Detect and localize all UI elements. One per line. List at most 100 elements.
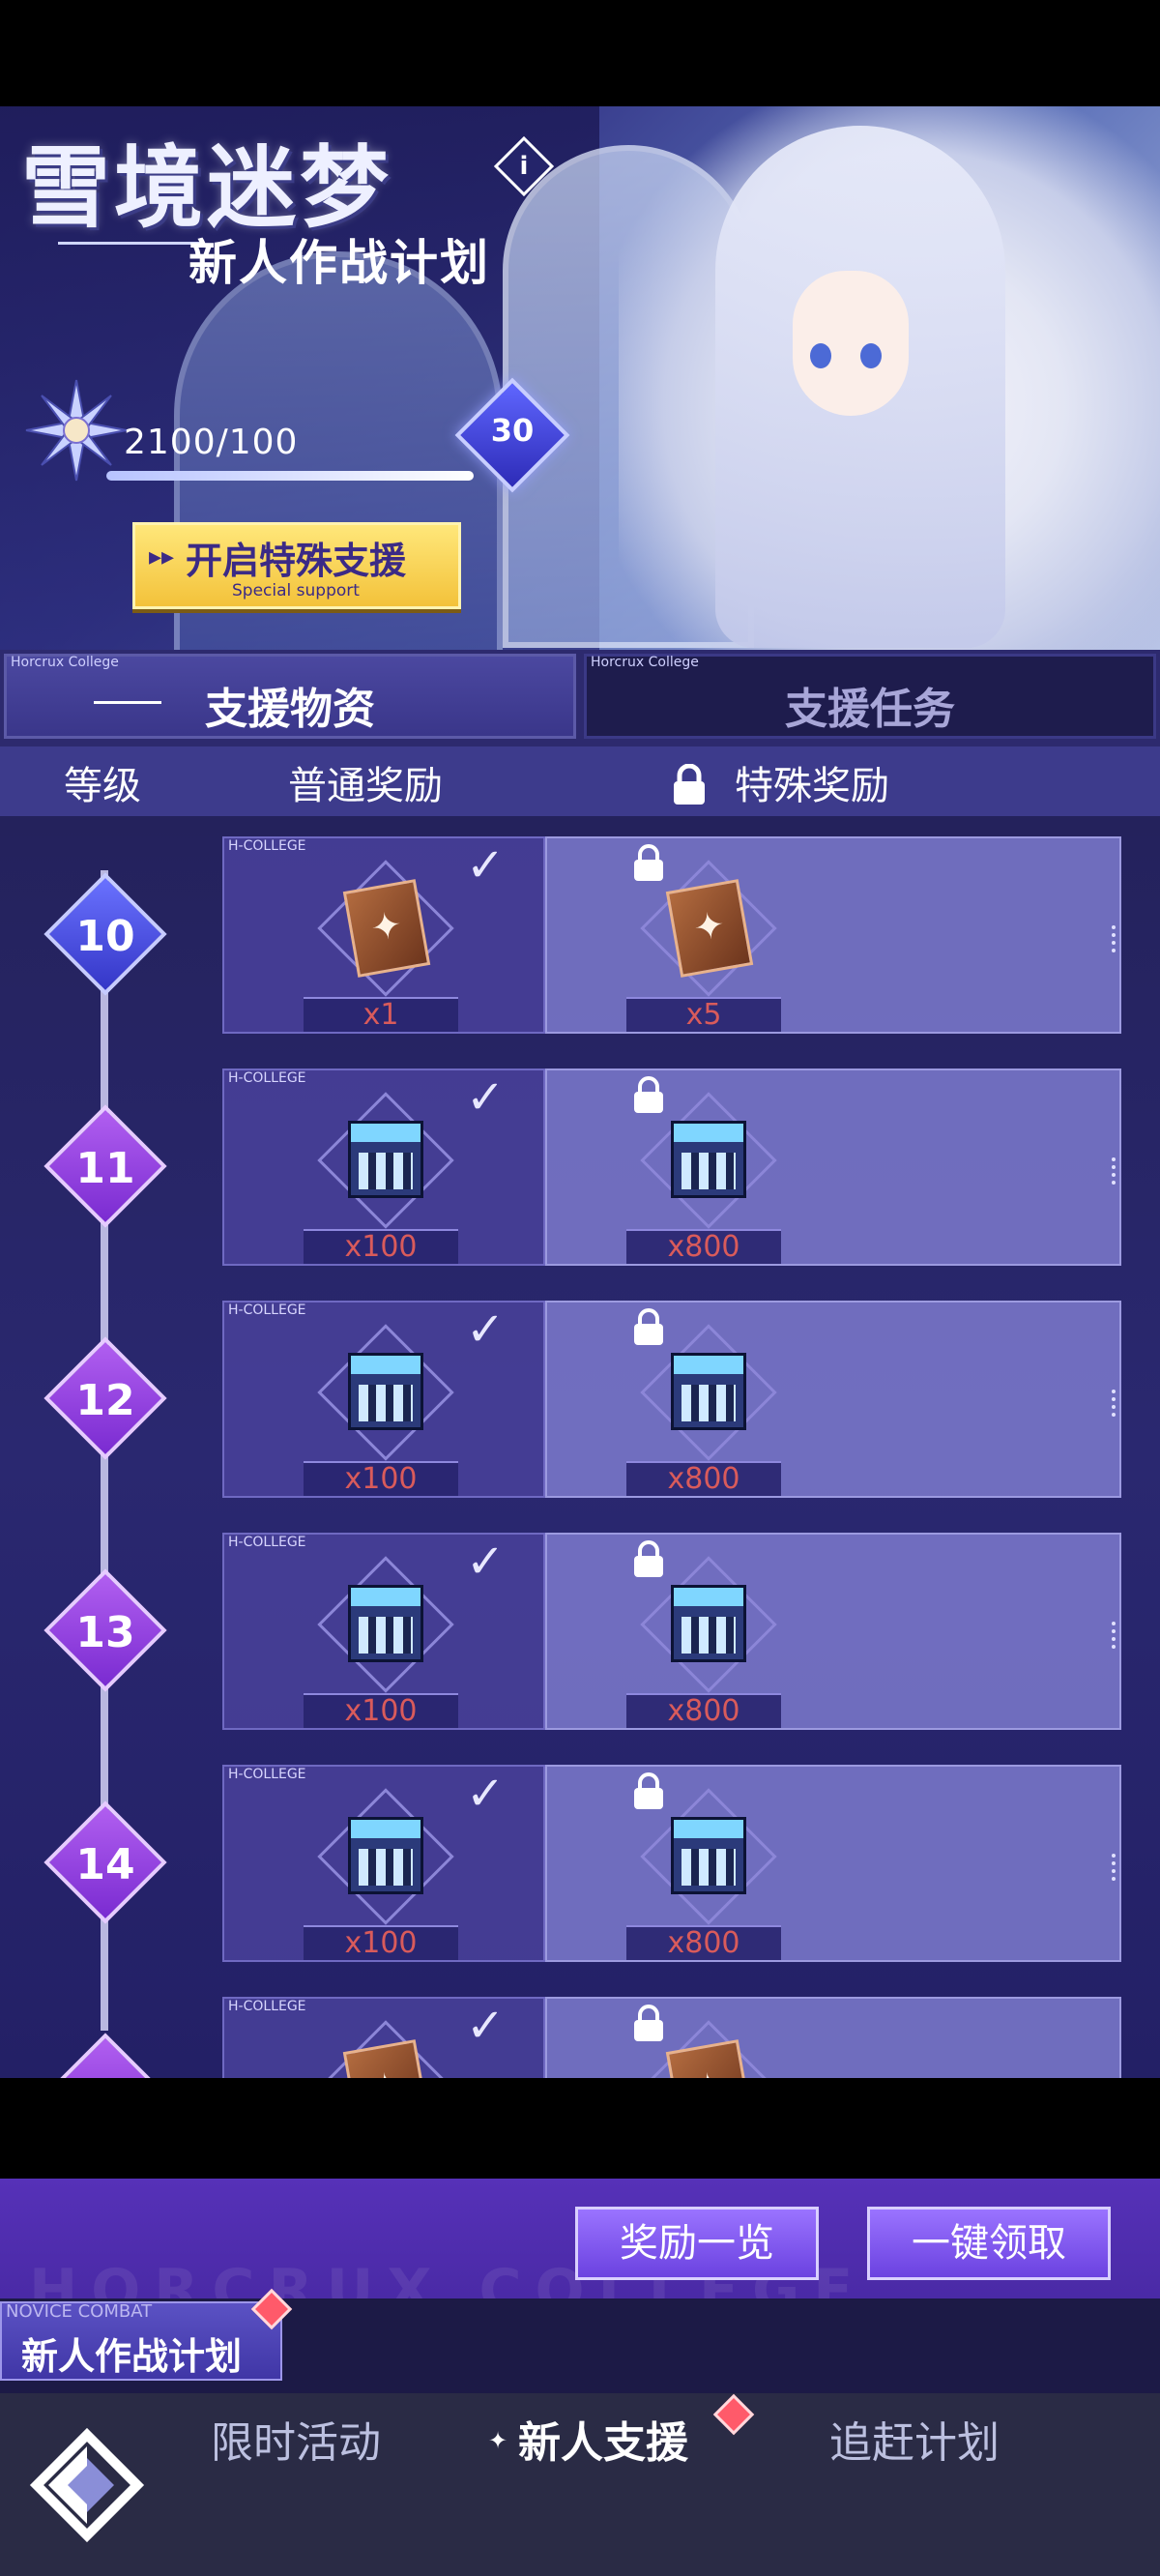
reward-quantity: x800 bbox=[626, 1461, 781, 1496]
level-number: 12 bbox=[75, 1376, 135, 1425]
tab-tasks[interactable]: Horcrux College 支援任务 bbox=[584, 654, 1156, 739]
reward-item bbox=[636, 1784, 781, 1929]
special-reward-card[interactable]: x800 bbox=[545, 1301, 1121, 1498]
reward-quantity: x100 bbox=[304, 1693, 458, 1728]
reward-row: 14 H-COLLEGE ✓ x100 x800 bbox=[0, 1755, 1160, 1962]
normal-reward-card[interactable]: H-COLLEGE ✓ x100 bbox=[222, 1765, 545, 1962]
normal-reward-card[interactable]: H-COLLEGE ✓ x100 bbox=[222, 1301, 545, 1498]
status-bar bbox=[0, 0, 1160, 106]
tab-supplies[interactable]: Horcrux College 支援物资 bbox=[4, 654, 576, 739]
special-reward-card[interactable] bbox=[545, 1997, 1121, 2078]
level-marker: 14 bbox=[43, 1800, 168, 1925]
claim-all-button[interactable]: 一键领取 bbox=[867, 2207, 1111, 2280]
normal-reward-card[interactable]: H-COLLEGE ✓ x100 bbox=[222, 1533, 545, 1730]
special-support-label: 开启特殊支援 bbox=[186, 540, 407, 582]
info-icon: i bbox=[519, 152, 529, 181]
header-special-reward: 特殊奖励 bbox=[735, 764, 889, 808]
reward-row: 13 H-COLLEGE ✓ x100 x800 bbox=[0, 1523, 1160, 1730]
ticket-icon bbox=[665, 2039, 754, 2078]
lock-icon bbox=[674, 764, 705, 805]
ticket-icon bbox=[342, 879, 431, 978]
reward-item bbox=[636, 1088, 781, 1233]
special-support-sublabel: Special support bbox=[232, 581, 360, 600]
reward-item bbox=[313, 1320, 458, 1465]
nav-limited-event[interactable]: 限时活动 bbox=[211, 2408, 381, 2470]
check-icon: ✓ bbox=[466, 1999, 506, 2053]
reward-table-header bbox=[0, 746, 1160, 816]
tab-small-label: Horcrux College bbox=[591, 655, 699, 670]
card-tag: H-COLLEGE bbox=[228, 1303, 306, 1318]
cube-icon bbox=[348, 1817, 423, 1894]
nav-novice-support[interactable]: 新人支援 bbox=[518, 2408, 688, 2470]
reward-item bbox=[636, 2016, 781, 2078]
check-icon: ✓ bbox=[466, 1535, 506, 1589]
card-edge-dots bbox=[1112, 1854, 1116, 1881]
character-eye bbox=[860, 343, 882, 368]
special-reward-card[interactable]: x800 bbox=[545, 1533, 1121, 1730]
special-reward-card[interactable]: x5 bbox=[545, 836, 1121, 1034]
character-face bbox=[793, 271, 909, 416]
reward-item bbox=[636, 856, 781, 1001]
card-edge-dots bbox=[1112, 1390, 1116, 1417]
reward-item bbox=[313, 1552, 458, 1697]
header-normal-reward: 普通奖励 bbox=[288, 764, 443, 808]
reward-row: 15 H-COLLEGE ✓ bbox=[0, 1987, 1160, 2078]
header-level: 等级 bbox=[64, 764, 141, 808]
card-tag: H-COLLEGE bbox=[228, 1767, 306, 1782]
normal-reward-card[interactable]: H-COLLEGE ✓ x100 bbox=[222, 1068, 545, 1266]
nav-catch-up-plan[interactable]: 追赶计划 bbox=[829, 2408, 1000, 2470]
level-marker: 11 bbox=[43, 1103, 168, 1229]
check-icon: ✓ bbox=[466, 838, 506, 893]
check-icon: ✓ bbox=[466, 1767, 506, 1821]
reward-row: 11 H-COLLEGE ✓ x100 x800 bbox=[0, 1059, 1160, 1266]
level-marker: 10 bbox=[43, 871, 168, 997]
level-diamond bbox=[44, 2033, 167, 2078]
card-tag: H-COLLEGE bbox=[228, 1999, 306, 2014]
title-divider bbox=[58, 242, 203, 245]
level-number: 15 bbox=[43, 2072, 168, 2078]
event-subtitle: 新人作战计划 bbox=[188, 234, 490, 291]
reward-item bbox=[313, 1784, 458, 1929]
double-arrow-icon: ▸▸ bbox=[149, 542, 175, 571]
level-number: 11 bbox=[75, 1144, 135, 1193]
level-marker: 12 bbox=[43, 1335, 168, 1461]
reward-item bbox=[636, 1320, 781, 1465]
ticket-icon bbox=[665, 879, 754, 978]
cube-icon bbox=[671, 1817, 746, 1894]
reward-row: 10 H-COLLEGE ✓ x1 x5 bbox=[0, 827, 1160, 1034]
cube-icon bbox=[348, 1121, 423, 1198]
special-reward-card[interactable]: x800 bbox=[545, 1068, 1121, 1266]
card-edge-dots bbox=[1112, 1622, 1116, 1649]
reward-quantity: x100 bbox=[304, 1461, 458, 1496]
reward-quantity: x1 bbox=[304, 997, 458, 1032]
card-edge-dots bbox=[1112, 925, 1116, 952]
progress-fill bbox=[106, 471, 474, 481]
normal-reward-card[interactable]: H-COLLEGE ✓ x1 bbox=[222, 836, 545, 1034]
cube-icon bbox=[671, 1585, 746, 1662]
cube-icon bbox=[348, 1353, 423, 1430]
special-support-button[interactable]: ▸▸ 开启特殊支援 Special support bbox=[132, 522, 461, 609]
cube-icon bbox=[671, 1121, 746, 1198]
progress-bar bbox=[106, 471, 474, 481]
level-number: 14 bbox=[75, 1840, 135, 1889]
reward-item bbox=[313, 2016, 458, 2078]
reward-item bbox=[313, 1088, 458, 1233]
reward-quantity: x800 bbox=[626, 1229, 781, 1264]
check-icon: ✓ bbox=[466, 1303, 506, 1357]
novice-plan-tab[interactable]: NOVICE COMBAT 新人作战计划 bbox=[0, 2301, 282, 2381]
progress-text: 2100/100 bbox=[124, 423, 299, 462]
reward-quantity: x800 bbox=[626, 1693, 781, 1728]
reward-item bbox=[313, 856, 458, 1001]
normal-reward-card[interactable]: H-COLLEGE ✓ bbox=[222, 1997, 545, 2078]
reward-list-button[interactable]: 奖励一览 bbox=[575, 2207, 819, 2280]
cube-icon bbox=[348, 1585, 423, 1662]
ticket-icon bbox=[342, 2039, 431, 2078]
special-reward-card[interactable]: x800 bbox=[545, 1765, 1121, 1962]
plan-small-label: NOVICE COMBAT bbox=[6, 2301, 153, 2322]
sparkle-icon: ✦ bbox=[488, 2427, 508, 2454]
back-logo-icon[interactable] bbox=[29, 2427, 145, 2543]
snowflake-icon bbox=[25, 379, 128, 482]
card-tag: H-COLLEGE bbox=[228, 1070, 306, 1086]
reward-item bbox=[636, 1552, 781, 1697]
cube-icon bbox=[671, 1353, 746, 1430]
